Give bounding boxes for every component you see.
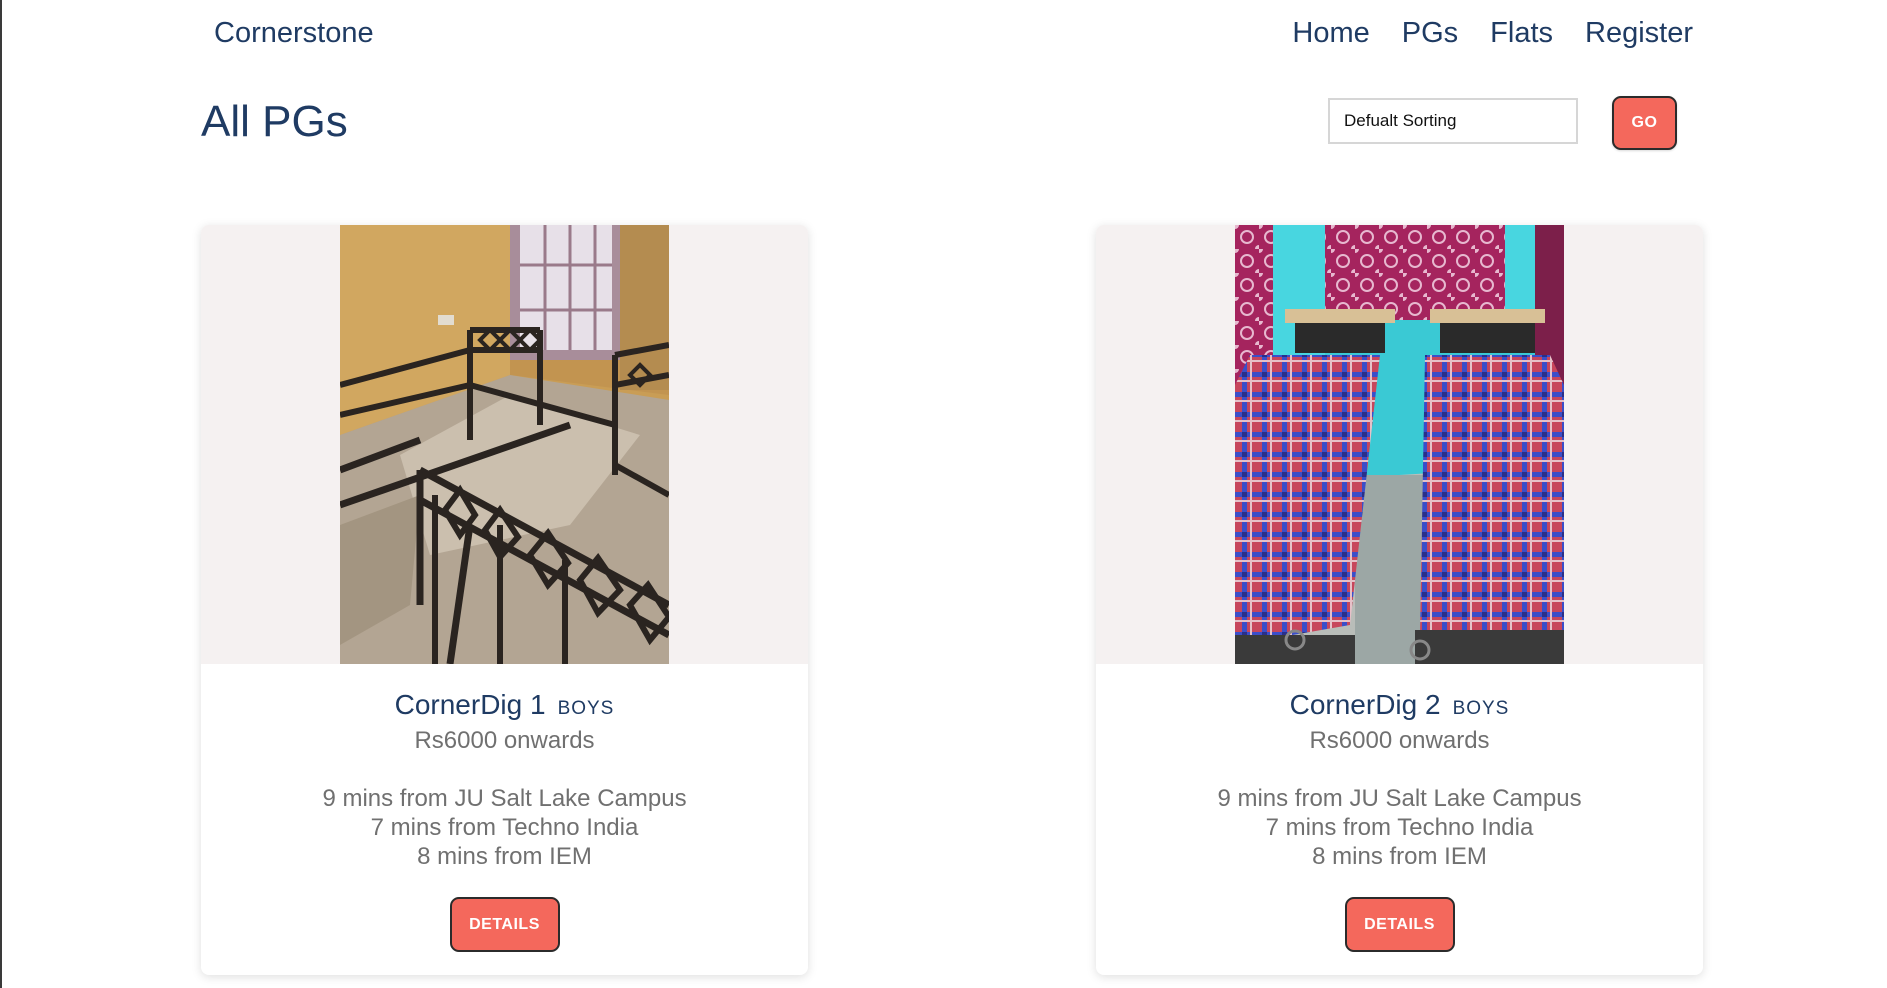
listing-card-body: CornerDig 1 BOYS Rs6000 onwards 9 mins fr… xyxy=(201,664,808,952)
listing-photo xyxy=(1235,225,1564,664)
listing-name: CornerDig 1 xyxy=(394,689,546,720)
main-nav: Home PGs Flats Register xyxy=(1292,15,1693,51)
listing-name: CornerDig 2 xyxy=(1289,689,1441,720)
nav-link-pgs[interactable]: PGs xyxy=(1402,17,1458,49)
nav-link-flats[interactable]: Flats xyxy=(1490,17,1553,49)
nav-link-register[interactable]: Register xyxy=(1585,17,1693,49)
listing-tag: BOYS xyxy=(1452,698,1510,719)
details-button[interactable]: DETAILS xyxy=(1344,897,1455,952)
listing-card: CornerDig 1 BOYS Rs6000 onwards 9 mins fr… xyxy=(201,225,808,975)
listing-photo-area xyxy=(1096,225,1703,664)
distance-line: 8 mins from IEM xyxy=(1312,843,1487,870)
nav-item-register: Register xyxy=(1585,15,1693,51)
nav-item-pgs: PGs xyxy=(1402,15,1458,51)
listing-name-row: CornerDig 1 BOYS xyxy=(201,689,808,726)
listing-distances: 9 mins from JU Salt Lake Campus 7 mins f… xyxy=(201,784,808,871)
sort-select[interactable]: Defualt Sorting xyxy=(1328,98,1578,144)
window-left-edge xyxy=(0,0,2,988)
listing-price: Rs6000 onwards xyxy=(1309,727,1490,754)
nav-item-home: Home xyxy=(1292,15,1369,51)
nav-item-flats: Flats xyxy=(1490,15,1553,51)
listing-card: CornerDig 2 BOYS Rs6000 onwards 9 mins fr… xyxy=(1096,225,1703,975)
distance-line: 9 mins from JU Salt Lake Campus xyxy=(322,785,687,812)
nav-link-home[interactable]: Home xyxy=(1292,17,1369,49)
details-button[interactable]: DETAILS xyxy=(449,897,560,952)
distance-line: 7 mins from Techno India xyxy=(370,814,639,841)
listing-price: Rs6000 onwards xyxy=(414,727,595,754)
distance-line: 9 mins from JU Salt Lake Campus xyxy=(1217,785,1582,812)
go-button[interactable]: GO xyxy=(1612,96,1677,150)
listing-photo xyxy=(340,225,669,664)
listing-card-body: CornerDig 2 BOYS Rs6000 onwards 9 mins fr… xyxy=(1096,664,1703,952)
listing-tag: BOYS xyxy=(557,698,615,719)
listing-photo-area xyxy=(201,225,808,664)
distance-line: 8 mins from IEM xyxy=(417,843,592,870)
distance-line: 7 mins from Techno India xyxy=(1265,814,1534,841)
page-title: All PGs xyxy=(201,97,348,146)
listing-distances: 9 mins from JU Salt Lake Campus 7 mins f… xyxy=(1096,784,1703,871)
brand-logo-link[interactable]: Cornerstone xyxy=(214,15,374,51)
listing-name-row: CornerDig 2 BOYS xyxy=(1096,689,1703,726)
